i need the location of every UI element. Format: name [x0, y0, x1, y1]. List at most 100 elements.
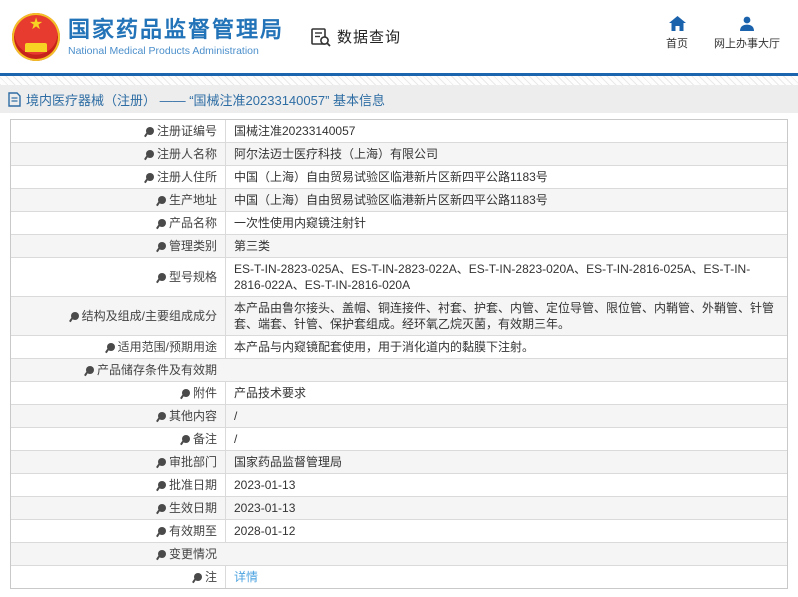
doc-search-icon: [311, 27, 331, 47]
row-label: 注册人住所: [11, 166, 226, 188]
row-label: 附件: [11, 382, 226, 404]
row-label: 管理类别: [11, 235, 226, 257]
row-value-text: /: [234, 409, 238, 423]
note-pin-icon: [157, 458, 166, 466]
row-label: 批准日期: [11, 474, 226, 496]
note-pin-icon: [70, 312, 79, 320]
row-label-text: 产品名称: [168, 216, 217, 230]
row-value-text: 本产品由鲁尔接头、盖帽、铜连接件、衬套、护套、内管、定位导管、限位管、内鞘管、外…: [234, 301, 775, 331]
nav-service-hall[interactable]: 网上办事大厅: [714, 16, 780, 51]
row-value: 详情: [226, 566, 787, 588]
site-header: ★ 国家药品监督管理局 National Medical Products Ad…: [0, 0, 798, 73]
row-value: 2028-01-12: [226, 520, 787, 542]
row-label-text: 批准日期: [168, 478, 217, 492]
table-row: 批准日期 2023-01-13: [11, 474, 787, 497]
note-pin-icon: [181, 389, 190, 397]
row-value-text: 中国（上海）自由贸易试验区临港新片区新四平公路1183号: [234, 170, 548, 184]
table-row: 产品储存条件及有效期: [11, 359, 787, 382]
emblem-gate: [25, 42, 47, 52]
row-label-text: 管理类别: [168, 239, 217, 253]
note-pin-icon: [145, 127, 154, 135]
row-value: ES-T-IN-2823-025A、ES-T-IN-2823-022A、ES-T…: [226, 258, 787, 296]
row-value-text: 2028-01-12: [234, 524, 296, 538]
table-row: 产品名称 一次性使用内窥镜注射针: [11, 212, 787, 235]
row-value-text: 阿尔法迈士医疗科技（上海）有限公司: [234, 147, 439, 161]
nav-home-label: 首页: [666, 38, 688, 50]
agency-title: 国家药品监督管理局: [68, 16, 285, 42]
note-pin-icon: [157, 504, 166, 512]
note-pin-icon: [193, 573, 202, 581]
table-row: 附件 产品技术要求: [11, 382, 787, 405]
row-value: 2023-01-13: [226, 474, 787, 496]
row-label-text: 注册证编号: [156, 124, 217, 138]
row-label: 变更情况: [11, 543, 225, 565]
data-query-label: 数据查询: [337, 29, 402, 46]
top-nav: 首页 网上办事大厅: [666, 16, 780, 51]
table-row: 注册人名称 阿尔法迈士医疗科技（上海）有限公司: [11, 143, 787, 166]
row-label-text: 注册人住所: [156, 170, 217, 184]
table-row: 有效期至 2028-01-12: [11, 520, 787, 543]
row-label: 型号规格: [11, 258, 226, 296]
table-row: 适用范围/预期用途 本产品与内窥镜配套使用，用于消化道内的黏膜下注射。: [11, 336, 787, 359]
row-value: 第三类: [226, 235, 787, 257]
row-label: 其他内容: [11, 405, 226, 427]
row-value: 产品技术要求: [226, 382, 787, 404]
row-label-text: 型号规格: [168, 270, 217, 284]
person-icon: [740, 16, 754, 31]
row-value: [225, 543, 787, 565]
row-value: /: [226, 405, 787, 427]
row-value: 2023-01-13: [226, 497, 787, 519]
note-pin-icon: [85, 366, 94, 374]
row-value-text: /: [234, 432, 238, 446]
nav-home[interactable]: 首页: [666, 16, 688, 51]
document-icon: [8, 91, 21, 107]
row-label: 产品储存条件及有效期: [11, 359, 225, 381]
row-value: 国家药品监督管理局: [226, 451, 787, 473]
row-value: 一次性使用内窥镜注射针: [226, 212, 787, 234]
row-label: 适用范围/预期用途: [11, 336, 226, 358]
home-icon: [668, 16, 686, 31]
row-label-text: 附件: [192, 386, 217, 400]
table-row: 型号规格 ES-T-IN-2823-025A、ES-T-IN-2823-022A…: [11, 258, 787, 297]
row-label: 备注: [11, 428, 226, 450]
row-value-text: 中国（上海）自由贸易试验区临港新片区新四平公路1183号: [234, 193, 548, 207]
national-emblem-logo: ★: [12, 12, 60, 61]
table-row: 备注 /: [11, 428, 787, 451]
table-row: 注册证编号 国械注准20233140057: [11, 120, 787, 143]
row-label: 注: [11, 566, 226, 588]
row-label-text: 结构及组成/主要组成成分: [81, 309, 217, 323]
table-row: 生产地址 中国（上海）自由贸易试验区临港新片区新四平公路1183号: [11, 189, 787, 212]
note-pin-icon: [106, 343, 115, 351]
row-value-text: 2023-01-13: [234, 478, 296, 492]
row-label: 注册人名称: [11, 143, 226, 165]
note-pin-icon: [157, 550, 166, 558]
data-query-nav[interactable]: 数据查询: [310, 26, 401, 48]
row-label-text: 生效日期: [168, 501, 217, 515]
row-value: 阿尔法迈士医疗科技（上海）有限公司: [226, 143, 787, 165]
nav-hall-label: 网上办事大厅: [714, 38, 780, 50]
note-pin-icon: [157, 273, 166, 281]
row-label: 有效期至: [11, 520, 226, 542]
agency-subtitle: National Medical Products Administration: [68, 44, 259, 57]
breadcrumb: 境内医疗器械（注册） —— “国械注准20233140057” 基本信息: [0, 85, 798, 113]
row-value-text: 本产品与内窥镜配套使用，用于消化道内的黏膜下注射。: [234, 340, 535, 354]
row-value: [225, 359, 787, 381]
note-pin-icon: [145, 150, 154, 158]
breadcrumb-text: 境内医疗器械（注册） —— “国械注准20233140057” 基本信息: [26, 92, 386, 108]
row-label-text: 其他内容: [168, 409, 217, 423]
table-row: 变更情况: [11, 543, 787, 566]
row-label-text: 审批部门: [168, 455, 217, 469]
note-pin-icon: [157, 219, 166, 227]
details-link[interactable]: 详情: [234, 569, 258, 585]
row-value-text: ES-T-IN-2823-025A、ES-T-IN-2823-022A、ES-T…: [234, 262, 751, 292]
table-row: 注册人住所 中国（上海）自由贸易试验区临港新片区新四平公路1183号: [11, 166, 787, 189]
row-value: 国械注准20233140057: [226, 120, 787, 142]
row-value-text: 国械注准20233140057: [234, 124, 356, 138]
row-value: 本产品与内窥镜配套使用，用于消化道内的黏膜下注射。: [226, 336, 787, 358]
note-pin-icon: [157, 527, 166, 535]
row-value-text: 2023-01-13: [234, 501, 296, 515]
table-row: 审批部门 国家药品监督管理局: [11, 451, 787, 474]
emblem-stars: ★: [28, 15, 44, 33]
table-row: 其他内容 /: [11, 405, 787, 428]
row-label-text: 产品储存条件及有效期: [96, 363, 217, 377]
